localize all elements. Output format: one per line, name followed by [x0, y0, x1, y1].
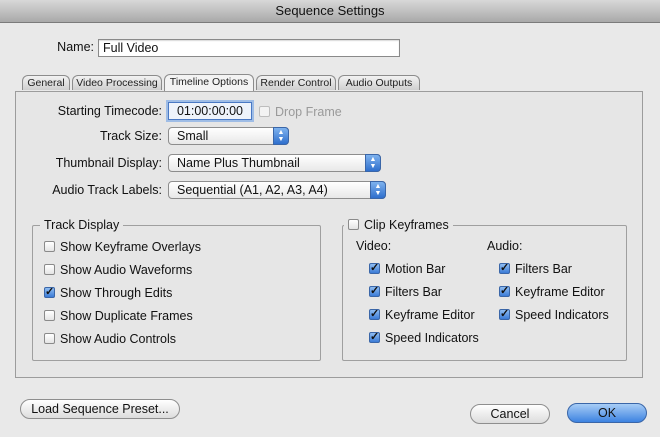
- show-audio-waveforms-checkbox[interactable]: Show Audio Waveforms: [44, 263, 192, 277]
- checkbox-label: Speed Indicators: [515, 308, 609, 322]
- checkmark-icon: [369, 261, 380, 275]
- audio-heading: Audio:: [487, 239, 523, 253]
- checkbox-label: Keyframe Editor: [515, 285, 605, 299]
- tab-render-control[interactable]: Render Control: [256, 75, 336, 90]
- checkbox-label: Show Audio Controls: [60, 332, 177, 346]
- audio-keyframe-editor-checkbox[interactable]: Keyframe Editor: [499, 284, 605, 299]
- video-keyframe-editor-checkbox[interactable]: Keyframe Editor: [369, 307, 475, 322]
- load-sequence-preset-button[interactable]: Load Sequence Preset...: [20, 399, 180, 419]
- tab-video-processing[interactable]: Video Processing: [72, 75, 162, 90]
- checkbox-label: Filters Bar: [515, 262, 572, 276]
- updown-arrows-icon: ▲ ▼: [273, 127, 289, 145]
- clip-keyframes-title: Clip Keyframes: [364, 218, 449, 232]
- show-audio-controls-checkbox[interactable]: Show Audio Controls: [44, 332, 176, 346]
- checkbox-label: Keyframe Editor: [385, 308, 475, 322]
- audio-track-labels-popup[interactable]: Sequential (A1, A2, A3, A4) ▲ ▼: [168, 181, 386, 199]
- checkbox-icon: [44, 310, 55, 321]
- starting-timecode-field[interactable]: 01:00:00:00: [168, 102, 252, 120]
- name-label: Name:: [57, 40, 94, 54]
- tab-timeline-options[interactable]: Timeline Options: [164, 74, 254, 91]
- checkmark-icon: [499, 307, 510, 321]
- drop-frame-label: Drop Frame: [275, 105, 342, 119]
- updown-arrows-icon: ▲ ▼: [370, 181, 386, 199]
- audio-track-labels-value: Sequential (A1, A2, A3, A4): [177, 183, 328, 197]
- name-field[interactable]: Full Video: [98, 39, 400, 57]
- checkbox-icon: [259, 106, 270, 117]
- track-size-value: Small: [177, 129, 209, 143]
- video-filters-bar-checkbox[interactable]: Filters Bar: [369, 284, 442, 299]
- checkbox-label: Show Audio Waveforms: [60, 263, 193, 277]
- checkmark-icon: [499, 284, 510, 298]
- video-heading: Video:: [356, 239, 392, 253]
- checkmark-icon: [369, 307, 380, 321]
- sequence-settings-window: Sequence Settings Name: Full Video Gener…: [0, 0, 660, 437]
- checkbox-label: Motion Bar: [385, 262, 446, 276]
- checkbox-icon: [44, 264, 55, 275]
- drop-frame-checkbox[interactable]: Drop Frame: [259, 105, 342, 119]
- checkmark-icon: [44, 285, 55, 299]
- tab-general[interactable]: General: [22, 75, 70, 90]
- starting-timecode-label: Starting Timecode:: [57, 104, 162, 118]
- track-size-label: Track Size:: [99, 129, 162, 143]
- checkbox-icon: [348, 219, 359, 230]
- checkbox-label: Filters Bar: [385, 285, 442, 299]
- audio-filters-bar-checkbox[interactable]: Filters Bar: [499, 261, 572, 276]
- show-through-edits-checkbox[interactable]: Show Through Edits: [44, 285, 173, 300]
- clip-keyframes-checkbox[interactable]: Clip Keyframes: [344, 218, 453, 232]
- checkbox-label: Speed Indicators: [385, 331, 479, 345]
- video-motion-bar-checkbox[interactable]: Motion Bar: [369, 261, 446, 276]
- video-speed-indicators-checkbox[interactable]: Speed Indicators: [369, 330, 479, 345]
- checkbox-label: Show Keyframe Overlays: [60, 240, 202, 254]
- tab-audio-outputs[interactable]: Audio Outputs: [338, 75, 420, 90]
- updown-arrows-icon: ▲ ▼: [365, 154, 381, 172]
- window-title: Sequence Settings: [0, 0, 660, 23]
- show-keyframe-overlays-checkbox[interactable]: Show Keyframe Overlays: [44, 240, 201, 254]
- thumbnail-display-value: Name Plus Thumbnail: [177, 156, 300, 170]
- checkbox-icon: [44, 241, 55, 252]
- audio-speed-indicators-checkbox[interactable]: Speed Indicators: [499, 307, 609, 322]
- track-size-popup[interactable]: Small ▲ ▼: [168, 127, 289, 145]
- show-duplicate-frames-checkbox[interactable]: Show Duplicate Frames: [44, 309, 193, 323]
- checkbox-icon: [44, 333, 55, 344]
- checkmark-icon: [369, 284, 380, 298]
- audio-track-labels-label: Audio Track Labels:: [52, 183, 162, 197]
- cancel-button[interactable]: Cancel: [470, 404, 550, 424]
- ok-button[interactable]: OK: [567, 403, 647, 423]
- checkmark-icon: [499, 261, 510, 275]
- track-display-title: Track Display: [40, 218, 124, 232]
- checkmark-icon: [369, 330, 380, 344]
- checkbox-label: Show Duplicate Frames: [60, 309, 193, 323]
- thumbnail-display-label: Thumbnail Display:: [55, 156, 162, 170]
- checkbox-label: Show Through Edits: [60, 286, 173, 300]
- thumbnail-display-popup[interactable]: Name Plus Thumbnail ▲ ▼: [168, 154, 381, 172]
